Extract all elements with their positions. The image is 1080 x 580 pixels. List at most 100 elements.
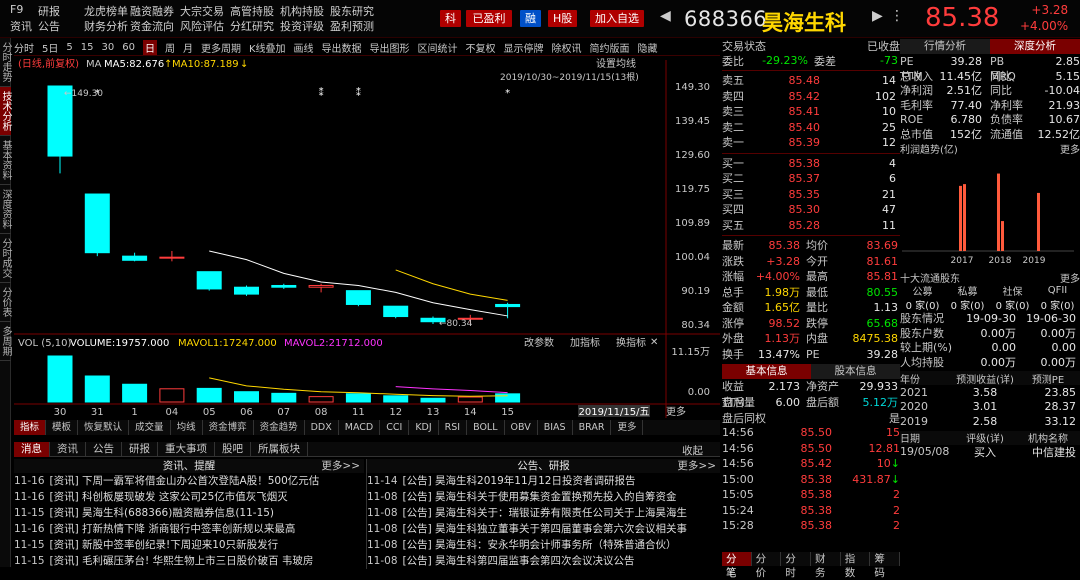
indicator-tab[interactable]: 恢复默认 <box>78 420 130 435</box>
chart-toolbar-item[interactable]: 5日 <box>42 40 58 55</box>
news-tab[interactable]: 所属板块 <box>251 441 308 457</box>
analysis-tab[interactable]: 行情分析 <box>900 39 990 54</box>
news-item[interactable]: 11-08 [公告] 昊海生科独立董事关于第四届董事会第六次会议相关事 <box>367 521 720 537</box>
candle-body[interactable] <box>308 284 334 288</box>
tick-tab[interactable]: 分价 <box>752 552 782 579</box>
indicator-tab[interactable]: 成交量 <box>129 420 171 435</box>
chart-toolbar-item[interactable]: 15 <box>81 42 94 53</box>
collapse-button[interactable]: 收起 <box>682 443 703 458</box>
chart-toolbar-item[interactable]: 隐藏 <box>638 40 658 55</box>
news-item[interactable]: 11-16 [资讯] 下周一霸军将借金山办公首次登陆A股！500亿元估 <box>14 473 364 489</box>
left-tab[interactable]: 深度资料 <box>0 185 11 234</box>
chart-toolbar-item[interactable]: 区间统计 <box>418 40 458 55</box>
h-share-badge[interactable]: H股 <box>548 10 578 27</box>
volume-pane-button[interactable]: 加指标 <box>570 336 600 349</box>
candle-body[interactable] <box>345 290 371 305</box>
event-marker-icon[interactable]: * <box>505 88 510 99</box>
candle-body[interactable] <box>159 256 185 259</box>
chart-toolbar-item[interactable]: 月 <box>183 40 193 55</box>
news-headline[interactable]: [资讯] 打新热情下降 浙商银行中签率创新规以来最高 <box>50 523 296 535</box>
event-marker-icon[interactable]: ⁑ <box>356 86 361 99</box>
news-headline[interactable]: [公告] 昊海生科：安永华明会计师事务所（特殊普通合伙） <box>403 539 677 551</box>
top-nav-item[interactable]: 风险评估 <box>180 18 230 33</box>
news-item[interactable]: 11-16 [资讯] 科创板屡现破发 这家公司25亿市值灰飞烟灭 <box>14 489 364 505</box>
top-nav-item[interactable]: F9 <box>10 3 38 18</box>
top-nav-item[interactable]: 资金流向 <box>130 18 180 33</box>
indicator-tab[interactable]: MACD <box>339 420 381 435</box>
indicator-tab[interactable]: OBV <box>505 420 538 435</box>
top-nav-item[interactable]: 财务分析 <box>84 18 130 33</box>
ma-settings-button[interactable]: 设置均线 <box>596 57 636 70</box>
top-nav-item[interactable]: 融资融券 <box>130 3 180 18</box>
chart-toolbar-item[interactable]: 更多周期 <box>201 40 241 55</box>
candle-body[interactable] <box>122 255 148 261</box>
news-item[interactable]: 11-08 [公告] 昊海生科关于使用募集资金置换预先投入的自筹资金 <box>367 489 720 505</box>
left-tab[interactable]: 基本资料 <box>0 136 11 185</box>
news-headline[interactable]: [公告] 昊海生科第四届监事会第四次会议决议公告 <box>403 555 635 567</box>
chart-toolbar-item[interactable]: 30 <box>101 42 114 53</box>
chart-toolbar-item[interactable]: 导出数据 <box>322 40 362 55</box>
chart-toolbar-item[interactable]: 导出图形 <box>370 40 410 55</box>
news-headline[interactable]: [公告] 昊海生科关于使用募集资金置换预先投入的自筹资金 <box>403 491 677 503</box>
chart-toolbar-item[interactable]: 周 <box>165 40 175 55</box>
news-headline[interactable]: [资讯] 科创板屡现破发 这家公司25亿市值灰飞烟灭 <box>50 491 288 503</box>
info-tab[interactable]: 基本信息 <box>722 364 811 379</box>
news-right-more-link[interactable]: 更多>> <box>677 459 716 473</box>
indicator-tab[interactable]: 资金博弈 <box>203 420 254 435</box>
indicator-tab[interactable]: 均线 <box>171 420 203 435</box>
news-item[interactable]: 11-15 [资讯] 昊海生科(688366)融资融券信息(11-15) <box>14 505 364 521</box>
indicator-tab[interactable]: RSI <box>439 420 468 435</box>
top-nav-item[interactable]: 投资评级 <box>280 18 330 33</box>
top-nav-item[interactable]: 资讯 <box>10 18 38 33</box>
candle-body[interactable] <box>271 284 297 288</box>
chart-toolbar-item[interactable]: K线叠加 <box>249 40 286 55</box>
kline-chart[interactable]: VOL (5,10)VOLUME:19757.000 MAVOL1:17247.0… <box>14 56 720 418</box>
chart-toolbar-item[interactable]: 日 <box>142 39 157 55</box>
news-left-more-link[interactable]: 更多>> <box>321 459 360 473</box>
info-tab[interactable]: 股本信息 <box>811 364 900 379</box>
indicator-tab[interactable]: 资金趋势 <box>254 420 305 435</box>
menu-dots-icon[interactable]: ⋮ <box>890 8 904 24</box>
chart-toolbar-item[interactable]: 不复权 <box>466 40 496 55</box>
news-headline[interactable]: [公告] 昊海生科2019年11月12日投资者调研报告 <box>403 475 636 487</box>
news-headline[interactable]: [资讯] 昊海生科(688366)融资融券信息(11-15) <box>50 507 275 519</box>
news-item[interactable]: 11-16 [资讯] 打新热情下降 浙商银行中签率创新规以来最高 <box>14 521 364 537</box>
analysis-tab[interactable]: 深度分析 <box>990 39 1080 54</box>
add-watchlist-button[interactable]: 加入自选 <box>590 10 644 27</box>
indicator-tab[interactable]: CCI <box>380 420 410 435</box>
candle-body[interactable] <box>196 271 222 290</box>
candle-body[interactable] <box>84 193 110 254</box>
left-tab[interactable]: 技术分析 <box>0 87 11 136</box>
news-tab[interactable]: 研报 <box>122 441 158 457</box>
indicator-tab[interactable]: BOLL <box>467 420 505 435</box>
chart-toolbar-item[interactable]: 分时 <box>14 40 34 55</box>
chart-toolbar-item[interactable]: 除权讯 <box>552 40 582 55</box>
top-nav-item[interactable]: 盈利预测 <box>330 18 380 33</box>
top-nav-item[interactable]: 高管持股 <box>230 3 280 18</box>
news-item[interactable]: 11-14 [公告] 昊海生科2019年11月12日投资者调研报告 <box>367 473 720 489</box>
news-item[interactable]: 11-15 [资讯] 新股中签率创纪录!下周迎来10只新股发行 <box>14 537 364 553</box>
news-headline[interactable]: [资讯] 下周一霸军将借金山办公首次登陆A股！500亿元估 <box>50 475 320 487</box>
indicator-tab[interactable]: 更多 <box>611 420 644 435</box>
chart-toolbar-item[interactable]: 60 <box>122 42 135 53</box>
top-nav-item[interactable]: 龙虎榜单 <box>84 3 130 18</box>
top-nav-item[interactable]: 分红研究 <box>230 18 280 33</box>
news-tab[interactable]: 消息 <box>14 441 50 457</box>
top-nav-item[interactable]: 机构持股 <box>280 3 330 18</box>
tick-tab[interactable]: 筹码 <box>870 552 901 579</box>
left-tab[interactable]: 分时走势 <box>0 38 11 87</box>
indicator-tab[interactable]: BIAS <box>538 420 573 435</box>
tick-tab[interactable]: 指数 <box>841 552 871 579</box>
chart-toolbar-item[interactable]: 画线 <box>294 40 314 55</box>
news-headline[interactable]: [资讯] 毛利碾压茅台! 华熙生物上市三日股价破百 韦玻房 <box>50 555 314 567</box>
news-tab[interactable]: 资讯 <box>50 441 86 457</box>
volume-pane-button[interactable]: 改参数 <box>524 336 554 349</box>
close-pane-icon[interactable]: ✕ <box>650 337 658 348</box>
left-tab[interactable]: 分时成交 <box>0 234 11 283</box>
news-item[interactable]: 11-08 [公告] 昊海生科：安永华明会计师事务所（特殊普通合伙） <box>367 537 720 553</box>
more-button[interactable]: 更多 <box>666 405 686 418</box>
candle-body[interactable] <box>234 286 259 295</box>
top-holders-more[interactable]: 更多 <box>1060 270 1080 285</box>
indicator-tab[interactable]: 指标 <box>14 420 47 435</box>
top-nav-item[interactable]: 股东研究 <box>330 3 380 18</box>
